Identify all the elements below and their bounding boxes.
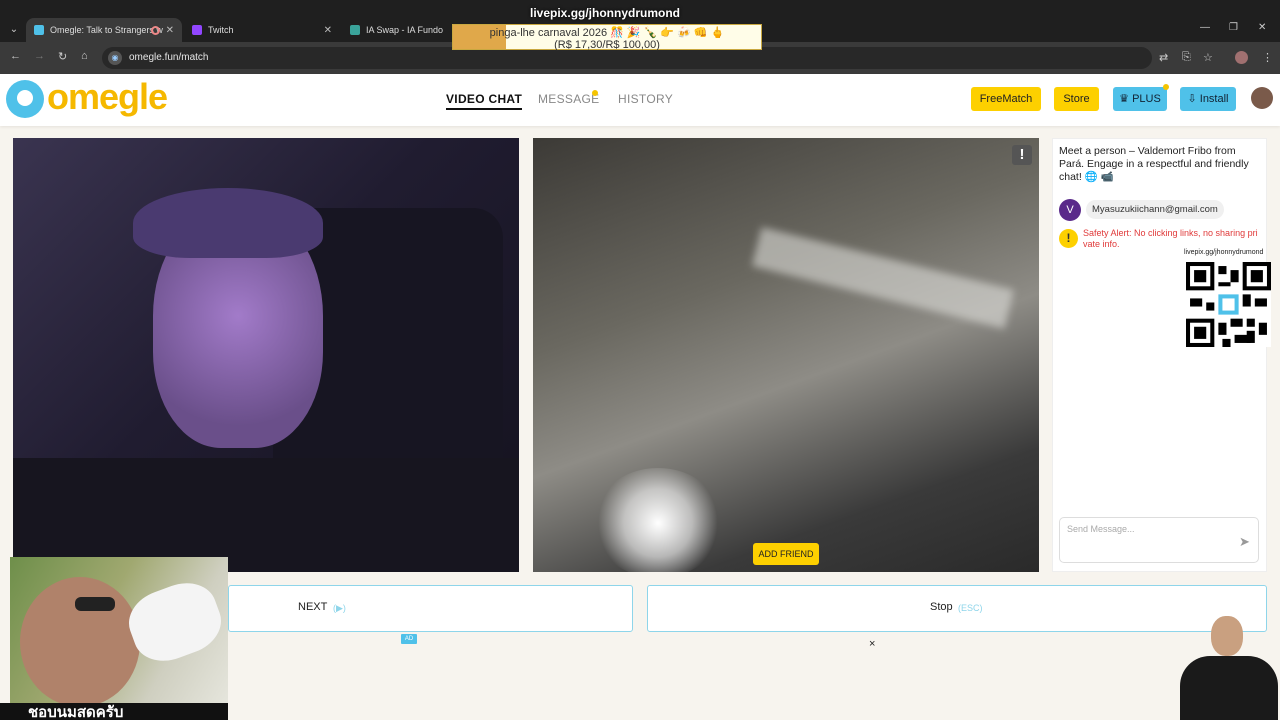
nav-video-chat[interactable]: VIDEO CHAT	[446, 92, 523, 110]
twitch-favicon-icon	[192, 25, 202, 35]
bookmark-star-icon[interactable]: ☆	[1203, 51, 1213, 64]
local-video	[13, 138, 519, 572]
next-button[interactable]	[228, 585, 633, 632]
add-friend-button[interactable]: ADD FRIEND	[753, 543, 819, 565]
donation-progress-banner: pinga-lhe carnaval 2026 🎊 🎉 🍾 👉 🍻 👊 🖕 (R…	[452, 24, 762, 51]
donation-amount-text: (R$ 17,30/R$ 100,00)	[554, 39, 660, 51]
reload-icon[interactable]: ↻	[58, 50, 67, 63]
close-tab-icon[interactable]: ✕	[166, 25, 174, 36]
back-icon[interactable]: ←	[10, 50, 21, 62]
stop-button[interactable]	[647, 585, 1267, 632]
light-streak	[752, 227, 1014, 329]
tab-omegle[interactable]: Omegle: Talk to Strangers w ✕	[26, 18, 182, 42]
tab-title: Omegle: Talk to Strangers w	[50, 25, 163, 35]
safety-alert-text: Safety Alert: No clicking links, no shar…	[1083, 228, 1258, 249]
next-shortcut-hint: (▶)	[333, 603, 346, 613]
streamer-meme-cam	[10, 557, 228, 720]
stranger-avatar: V	[1059, 199, 1081, 221]
ia-swap-favicon-icon	[350, 25, 360, 35]
ad-badge: AD	[401, 634, 417, 644]
logo-text[interactable]: omegle	[47, 76, 168, 118]
site-info-icon[interactable]: ◉	[108, 51, 122, 65]
omegle-favicon-icon	[34, 25, 44, 35]
tab-title: IA Swap - IA Fundo	[366, 25, 444, 35]
recording-icon	[151, 25, 160, 35]
chat-message: Myasuzukiichann@gmail.com	[1086, 200, 1224, 219]
nav-history[interactable]: HISTORY	[618, 92, 673, 106]
nav-message[interactable]: MESSAGE	[538, 92, 599, 106]
home-icon[interactable]: ⌂	[81, 50, 88, 62]
tab-twitch[interactable]: Twitch ✕	[184, 18, 340, 42]
install-app-icon[interactable]: ⎘	[1182, 51, 1191, 64]
tab-title: Twitch	[208, 25, 234, 35]
close-window-icon[interactable]: ✕	[1258, 22, 1266, 33]
ad-close-icon[interactable]: ×	[869, 638, 875, 650]
light-glow	[593, 468, 723, 572]
freematch-button[interactable]: FreeMatch	[971, 87, 1041, 111]
warning-icon: !	[1059, 229, 1078, 248]
stranger-video	[533, 138, 1039, 572]
sunglasses	[75, 597, 115, 611]
send-icon[interactable]: ➤	[1239, 534, 1250, 550]
close-tab-icon[interactable]: ✕	[324, 25, 332, 36]
desk	[13, 458, 519, 572]
qr-code-icon	[1186, 262, 1271, 347]
browser-menu-icon[interactable]: ⋮	[1262, 51, 1273, 64]
tab-search-chevron-icon[interactable]: ⌄	[6, 22, 22, 38]
plus-notification-dot	[1163, 84, 1169, 90]
streamer-webcam	[1178, 610, 1280, 720]
browser-profile-icon[interactable]	[1235, 51, 1248, 64]
streamer-body	[1180, 656, 1278, 720]
stop-shortcut-hint: (ESC)	[958, 603, 983, 613]
chat-input-placeholder: Send Message...	[1067, 524, 1135, 534]
meme-caption: ชอบนมสดครับ	[0, 703, 228, 720]
streamer-head	[1211, 616, 1243, 656]
url-text[interactable]: omegle.fun/match	[129, 52, 209, 63]
user-avatar[interactable]	[1251, 87, 1273, 109]
install-button[interactable]: ⇩ Install	[1180, 87, 1236, 111]
report-icon[interactable]: !	[1012, 145, 1032, 165]
plus-button[interactable]: ♛ PLUS	[1113, 87, 1167, 111]
omegle-logo-icon[interactable]	[6, 80, 44, 118]
overlay-title: livepix.gg/jhonnydrumond	[530, 6, 680, 20]
stop-label: Stop	[930, 601, 953, 613]
next-label: NEXT	[298, 601, 328, 613]
store-button[interactable]: Store	[1054, 87, 1099, 111]
forward-icon[interactable]: →	[34, 50, 45, 62]
bandana	[133, 188, 323, 258]
donation-goal-text: pinga-lhe carnaval 2026 🎊 🎉 🍾 👉 🍻 👊 🖕	[489, 27, 725, 39]
restore-icon[interactable]: ❐	[1229, 22, 1238, 33]
message-notification-dot	[592, 90, 598, 96]
tab-ia-swap[interactable]: IA Swap - IA Fundo	[342, 18, 452, 42]
qr-label: livepix.gg/jhonnydrumond	[1184, 249, 1264, 256]
translate-icon[interactable]: ⇄	[1159, 51, 1168, 64]
chat-intro-text: Meet a person – Valdemort Fribo from Par…	[1059, 145, 1249, 183]
minimize-icon[interactable]: —	[1200, 22, 1210, 33]
